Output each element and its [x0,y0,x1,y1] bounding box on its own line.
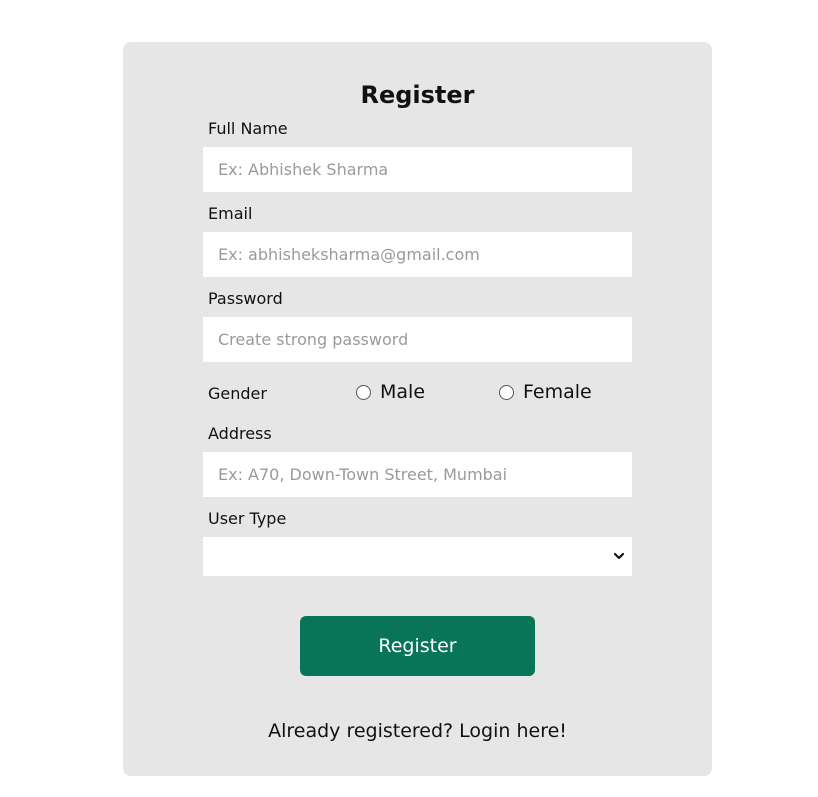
gender-option-female[interactable]: Female [499,380,592,404]
login-link[interactable]: Already registered? Login here! [123,718,712,744]
email-label: Email [208,204,253,223]
gender-option-male[interactable]: Male [356,380,425,404]
password-input[interactable] [203,317,632,362]
gender-option-label: Female [523,381,592,403]
gender-label: Gender [208,384,267,403]
register-button[interactable]: Register [300,616,535,676]
password-label: Password [208,289,283,308]
user-type-select[interactable] [203,537,632,576]
page: Register Full Name Email Password Gender… [0,0,818,797]
form-title: Register [360,81,475,109]
full-name-input[interactable] [203,147,632,192]
address-input[interactable] [203,452,632,497]
gender-option-label: Male [380,381,426,403]
full-name-label: Full Name [208,119,288,138]
chevron-down-icon [613,552,625,560]
user-type-label: User Type [208,509,287,528]
register-card: Register Full Name Email Password Gender… [123,42,712,776]
radio-unchecked-icon[interactable] [499,384,514,400]
radio-unchecked-icon[interactable] [356,384,371,400]
email-input[interactable] [203,232,632,277]
address-label: Address [208,424,272,443]
